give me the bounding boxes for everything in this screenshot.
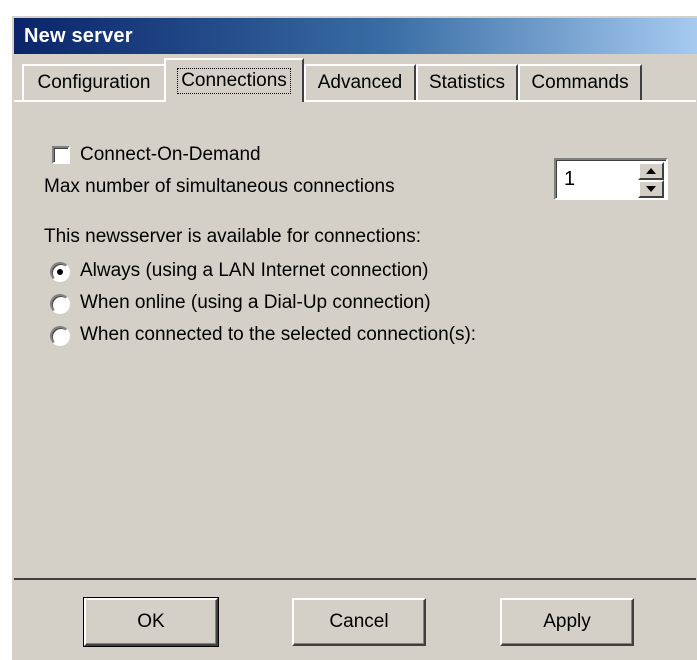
new-server-dialog: New server Configuration Connections Adv… — [10, 14, 697, 660]
ok-button[interactable]: OK — [83, 597, 219, 647]
tab-configuration[interactable]: Configuration — [22, 64, 166, 100]
tab-commands[interactable]: Commands — [518, 64, 642, 100]
connect-on-demand-label[interactable]: Connect-On-Demand — [80, 144, 261, 166]
cancel-button[interactable]: Cancel — [292, 598, 426, 646]
tab-connections[interactable]: Connections — [164, 58, 304, 102]
tab-commands-label: Commands — [531, 72, 629, 93]
tab-configuration-label: Configuration — [37, 72, 151, 93]
tab-connections-label: Connections — [177, 68, 291, 94]
tab-statistics-label: Statistics — [428, 72, 506, 93]
window-title: New server — [24, 25, 133, 47]
connect-on-demand-checkbox[interactable] — [52, 146, 70, 164]
tab-advanced-label: Advanced — [317, 72, 403, 93]
apply-button[interactable]: Apply — [500, 598, 634, 646]
connections-tab-panel: Connect-On-Demand Max number of simultan… — [14, 100, 696, 580]
tab-advanced[interactable]: Advanced — [304, 64, 416, 100]
tab-statistics[interactable]: Statistics — [416, 64, 518, 100]
max-connections-label: Max number of simultaneous connections — [44, 176, 395, 197]
title-bar[interactable]: New server — [14, 18, 697, 54]
